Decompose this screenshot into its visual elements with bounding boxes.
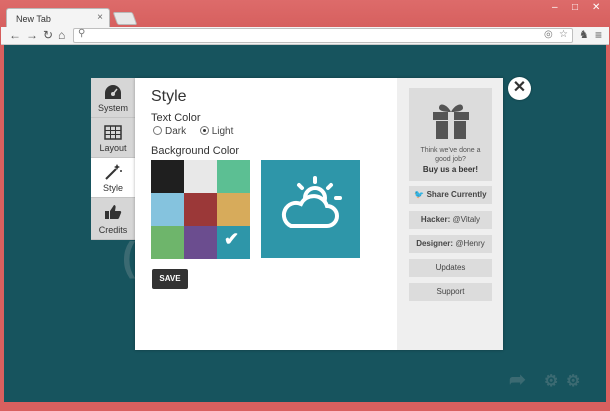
tab-style[interactable]: Style <box>91 158 135 198</box>
search-icon: ⚲ <box>78 28 86 39</box>
style-preview <box>261 160 360 258</box>
promo-line-2: good job? <box>435 156 466 163</box>
color-swatch[interactable] <box>151 193 184 226</box>
dialog-title: Style <box>151 88 187 105</box>
browser-chrome: New Tab × – □ ✕ ← → ↻ ⌂ ⚲ ◎ ☆ ♞ ≡ <box>0 0 610 45</box>
browser-toolbar: ← → ↻ ⌂ ⚲ ◎ ☆ ♞ ≡ <box>1 27 609 45</box>
twitter-icon: 🐦 <box>414 190 425 199</box>
tab-close-icon[interactable]: × <box>97 12 103 23</box>
browser-tab[interactable]: New Tab × <box>6 8 110 28</box>
new-tab-button[interactable] <box>112 12 138 25</box>
tab-layout-label: Layout <box>99 143 127 153</box>
designer-name: @Henry <box>455 239 485 248</box>
tab-system-label: System <box>97 103 128 113</box>
save-button[interactable]: SAVE <box>152 269 188 289</box>
color-swatch[interactable] <box>217 160 250 193</box>
color-swatch[interactable]: ✔ <box>217 226 250 259</box>
promo-line-1: Think we've done a <box>420 147 481 154</box>
color-swatch[interactable] <box>184 193 217 226</box>
color-swatch[interactable] <box>184 226 217 259</box>
share-button[interactable]: 🐦 Share Currently <box>409 186 492 204</box>
background-clock-fragment: ( <box>122 235 136 279</box>
radio-dark[interactable] <box>153 126 162 135</box>
hacker-name: @Vitaly <box>452 215 481 224</box>
home-button[interactable]: ⌂ <box>58 28 65 42</box>
hacker-credit[interactable]: Hacker: @Vitaly <box>409 211 492 229</box>
extension-icon[interactable]: ♞ <box>579 28 589 41</box>
menu-icon[interactable]: ≡ <box>595 28 602 42</box>
updates-button[interactable]: Updates <box>409 259 492 277</box>
donate-promo[interactable]: Think we've done a good job? Buy us a be… <box>409 88 492 181</box>
settings-cog-icon[interactable]: ⚙ <box>566 371 580 391</box>
window-close-button[interactable]: ✕ <box>592 2 600 13</box>
star-icon[interactable]: ☆ <box>559 29 568 40</box>
color-swatch[interactable] <box>151 160 184 193</box>
tab-style-label: Style <box>102 183 123 193</box>
reload-button[interactable]: ↻ <box>43 28 53 42</box>
back-button[interactable]: ← <box>9 28 21 42</box>
hacker-label: Hacker: <box>420 215 451 224</box>
share-label: Share Currently <box>426 190 487 199</box>
support-button[interactable]: Support <box>409 283 492 301</box>
color-swatch[interactable] <box>217 193 250 226</box>
thumbs-up-icon <box>105 205 122 219</box>
location-icon[interactable]: ◎ <box>544 29 553 40</box>
magic-wand-icon <box>105 164 122 180</box>
color-swatch[interactable] <box>184 160 217 193</box>
swatch-grid: ✔ <box>151 160 250 259</box>
radio-light-label: Light <box>211 126 234 137</box>
credits-sidebar: Think we've done a good job? Buy us a be… <box>397 78 503 350</box>
tab-credits-label: Credits <box>98 225 128 235</box>
background-color-label: Background Color <box>151 145 240 157</box>
tab-layout[interactable]: Layout <box>91 118 135 158</box>
text-color-label: Text Color <box>151 112 201 124</box>
designer-credit[interactable]: Designer: @Henry <box>409 235 492 253</box>
maximize-button[interactable]: □ <box>572 2 578 13</box>
share-arrow-icon[interactable]: ➦ <box>509 367 526 392</box>
radio-dark-label: Dark <box>165 126 187 137</box>
color-swatch[interactable] <box>151 226 184 259</box>
weather-cloud-sun-icon <box>281 176 342 228</box>
dashboard-icon <box>105 85 121 99</box>
checkmark-icon: ✔ <box>224 229 240 249</box>
address-bar[interactable]: ⚲ ◎ ☆ <box>73 28 573 43</box>
radio-light[interactable] <box>199 126 209 135</box>
forward-button[interactable]: → <box>26 28 38 42</box>
settings-gear-icon[interactable]: ⚙ <box>544 371 558 391</box>
settings-dialog: Style Text Color Dark Light Background C… <box>135 78 503 350</box>
grid-icon <box>104 125 122 140</box>
tab-credits[interactable]: Credits <box>91 198 135 240</box>
close-dialog-button[interactable]: ✕ <box>508 77 531 100</box>
text-color-options: Dark Light <box>153 126 233 137</box>
tab-system[interactable]: System <box>91 78 135 118</box>
settings-nav: System Layout Style Credits <box>91 78 135 240</box>
buy-beer-link[interactable]: Buy us a beer! <box>409 165 492 174</box>
designer-label: Designer: <box>416 239 454 248</box>
tab-title: New Tab <box>16 14 51 24</box>
gift-icon <box>433 104 469 139</box>
minimize-button[interactable]: – <box>552 2 558 13</box>
